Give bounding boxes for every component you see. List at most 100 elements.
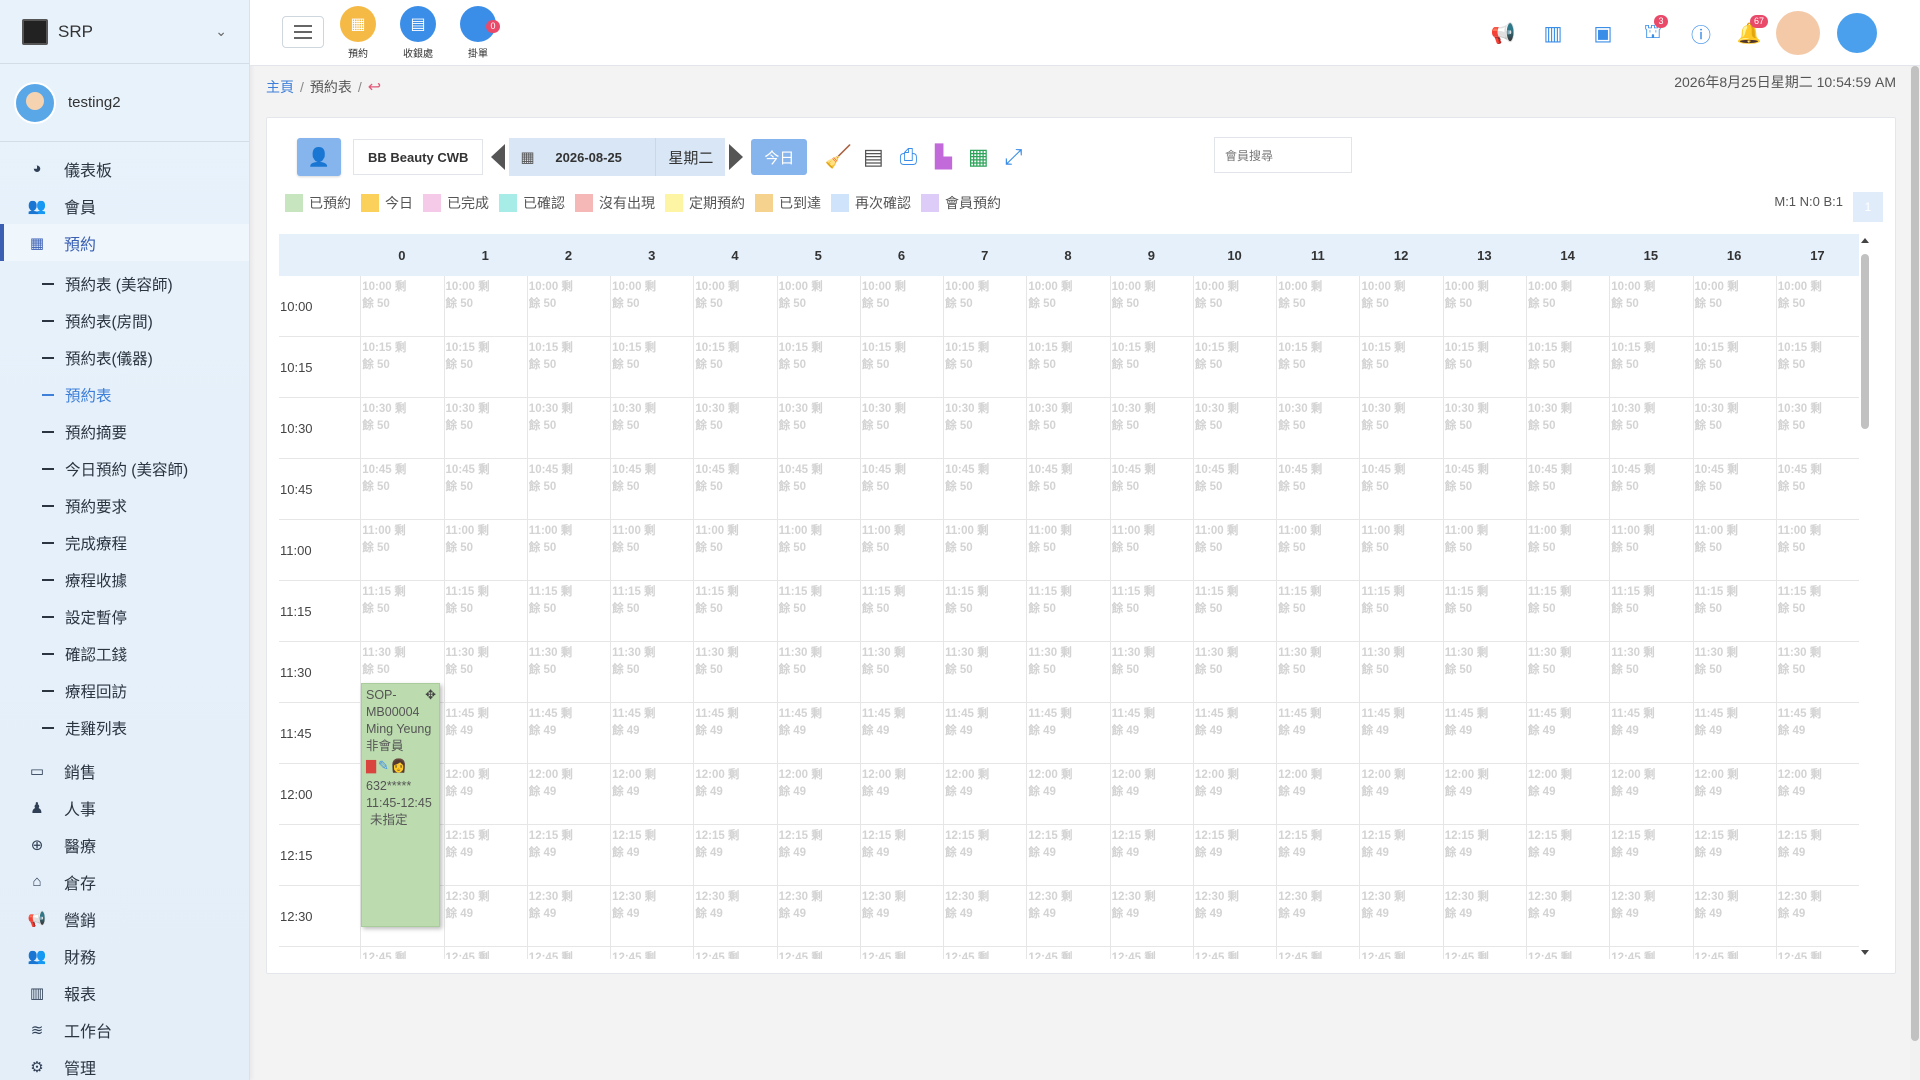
calendar-icon[interactable]: ▦ [509, 138, 546, 176]
time-slot-cell[interactable]: 11:15 剩餘 50 [859, 581, 943, 641]
sidebar-item-reports[interactable]: ▥ 報表 [0, 974, 249, 1011]
time-slot-cell[interactable]: 11:45 剩餘 49 [943, 703, 1026, 763]
time-slot-cell[interactable]: 11:30 剩餘 50 [1442, 642, 1526, 702]
bar-chart-icon[interactable]: ▥ [1538, 18, 1568, 48]
qr-code-icon[interactable]: ▣ [1588, 18, 1618, 48]
time-slot-cell[interactable]: 11:00 剩餘 50 [1692, 520, 1776, 580]
menu-toggle-button[interactable] [282, 16, 324, 48]
time-slot-cell[interactable]: 12:45 剩餘 49 [859, 947, 943, 959]
time-slot-cell[interactable]: 11:30 剩餘 50 [1692, 642, 1776, 702]
sidebar-item-booking[interactable]: ▦ 預約 [0, 224, 249, 261]
time-slot-cell[interactable]: 11:00 剩餘 50 [526, 520, 610, 580]
time-slot-cell[interactable]: 12:00 剩餘 49 [1442, 764, 1526, 824]
time-slot-cell[interactable]: 12:30 剩餘 49 [1692, 886, 1776, 946]
time-slot-cell[interactable]: 12:15 剩餘 49 [1442, 825, 1526, 885]
time-slot-cell[interactable]: 12:15 剩餘 49 [943, 825, 1026, 885]
time-slot-cell[interactable]: 10:30 剩餘 50 [526, 398, 610, 458]
time-slot-cell[interactable]: 10:30 剩餘 50 [1192, 398, 1276, 458]
time-slot-cell[interactable]: 10:00 剩餘 50 [1775, 276, 1859, 336]
time-slot-cell[interactable]: 12:15 剩餘 49 [859, 825, 943, 885]
quick-hold-button[interactable]: 0 掛單 [448, 6, 508, 60]
time-slot-cell[interactable]: 10:00 剩餘 50 [859, 276, 943, 336]
time-slot-cell[interactable]: 10:30 剩餘 50 [776, 398, 860, 458]
time-slot-cell[interactable]: 12:15 剩餘 49 [526, 825, 610, 885]
time-slot-cell[interactable]: 11:15 剩餘 50 [443, 581, 527, 641]
time-slot-cell[interactable]: 11:15 剩餘 50 [610, 581, 693, 641]
time-slot-cell[interactable]: 11:00 剩餘 50 [943, 520, 1026, 580]
time-slot-cell[interactable]: 12:30 剩餘 49 [776, 886, 860, 946]
time-slot-cell[interactable]: 11:30 剩餘 50 [443, 642, 527, 702]
time-slot-cell[interactable]: 10:45 剩餘 50 [1692, 459, 1776, 519]
user-profile[interactable]: testing2 [0, 64, 249, 142]
time-slot-cell[interactable]: 10:00 剩餘 50 [1109, 276, 1193, 336]
shop-selector[interactable]: BB Beauty CWB [353, 139, 484, 175]
megaphone-icon[interactable]: 📢 [1488, 18, 1518, 48]
time-slot-cell[interactable]: 11:45 剩餘 49 [859, 703, 943, 763]
time-slot-cell[interactable]: 10:45 剩餘 50 [1276, 459, 1359, 519]
sidebar-item-workbench[interactable]: ≋ 工作台 [0, 1011, 249, 1048]
time-slot-cell[interactable]: 10:15 剩餘 50 [1026, 337, 1109, 397]
time-slot-cell[interactable]: 12:45 剩餘 49 [1775, 947, 1859, 959]
date-input[interactable]: 2026-08-25 [545, 138, 656, 176]
time-slot-cell[interactable]: 11:15 剩餘 50 [360, 581, 443, 641]
time-slot-cell[interactable]: 12:00 剩餘 49 [1276, 764, 1359, 824]
time-slot-cell[interactable]: 11:30 剩餘 50 [776, 642, 860, 702]
time-slot-cell[interactable]: 11:00 剩餘 50 [1442, 520, 1526, 580]
time-slot-cell[interactable]: 11:15 剩餘 50 [1359, 581, 1442, 641]
time-slot-cell[interactable]: 10:30 剩餘 50 [1609, 398, 1692, 458]
fullscreen-icon[interactable]: ⤢ [998, 142, 1028, 172]
time-slot-cell[interactable]: 12:15 剩餘 49 [1692, 825, 1776, 885]
time-slot-cell[interactable]: 10:30 剩餘 50 [1359, 398, 1442, 458]
time-slot-cell[interactable]: 10:15 剩餘 50 [1442, 337, 1526, 397]
time-slot-cell[interactable]: 12:45 剩餘 49 [1192, 947, 1276, 959]
time-slot-cell[interactable]: 10:00 剩餘 50 [526, 276, 610, 336]
time-slot-cell[interactable]: 12:15 剩餘 49 [1026, 825, 1109, 885]
time-slot-cell[interactable]: 10:15 剩餘 50 [1525, 337, 1609, 397]
time-slot-cell[interactable]: 10:15 剩餘 50 [1109, 337, 1193, 397]
page-button[interactable]: 1 [1853, 192, 1883, 222]
time-slot-cell[interactable]: 10:30 剩餘 50 [1692, 398, 1776, 458]
submenu-item[interactable]: 走雞列表 [0, 709, 249, 746]
time-slot-cell[interactable]: 10:15 剩餘 50 [693, 337, 776, 397]
time-slot-cell[interactable]: 10:15 剩餘 50 [1775, 337, 1859, 397]
time-slot-cell[interactable]: 11:15 剩餘 50 [1442, 581, 1526, 641]
time-slot-cell[interactable]: 12:00 剩餘 49 [1109, 764, 1193, 824]
time-slot-cell[interactable]: 12:15 剩餘 49 [1775, 825, 1859, 885]
sidebar-item-dashboard[interactable]: ◕ 儀表板 [0, 150, 249, 187]
time-slot-cell[interactable]: 11:45 剩餘 49 [1359, 703, 1442, 763]
time-slot-cell[interactable]: 11:15 剩餘 50 [526, 581, 610, 641]
time-slot-cell[interactable]: 12:30 剩餘 49 [1609, 886, 1692, 946]
time-slot-cell[interactable]: 11:15 剩餘 50 [1609, 581, 1692, 641]
time-slot-cell[interactable]: 12:45 剩餘 49 [943, 947, 1026, 959]
time-slot-cell[interactable]: 11:45 剩餘 49 [1609, 703, 1692, 763]
time-slot-cell[interactable]: 12:30 剩餘 49 [1525, 886, 1609, 946]
submenu-item[interactable]: 今日預約 (美容師) [0, 450, 249, 487]
time-slot-cell[interactable]: 12:45 剩餘 49 [1276, 947, 1359, 959]
quick-booking-button[interactable]: ▦ 預約 [328, 6, 388, 60]
info-icon[interactable]: ⓘ [1686, 18, 1716, 48]
time-slot-cell[interactable]: 11:00 剩餘 50 [360, 520, 443, 580]
time-slot-cell[interactable]: 12:45 剩餘 49 [693, 947, 776, 959]
time-slot-cell[interactable]: 11:15 剩餘 50 [776, 581, 860, 641]
add-member-button[interactable]: 👤 [297, 138, 341, 176]
time-slot-cell[interactable]: 11:45 剩餘 49 [1192, 703, 1276, 763]
time-slot-cell[interactable]: 12:15 剩餘 49 [776, 825, 860, 885]
time-slot-cell[interactable]: 12:30 剩餘 49 [943, 886, 1026, 946]
time-slot-cell[interactable]: 10:00 剩餘 50 [1442, 276, 1526, 336]
time-slot-cell[interactable]: 10:45 剩餘 50 [1609, 459, 1692, 519]
time-slot-cell[interactable]: 10:15 剩餘 50 [1609, 337, 1692, 397]
time-slot-cell[interactable]: 10:00 剩餘 50 [943, 276, 1026, 336]
time-slot-cell[interactable]: 12:30 剩餘 49 [1276, 886, 1359, 946]
time-slot-cell[interactable]: 12:45 剩餘 49 [360, 947, 443, 959]
time-slot-cell[interactable]: 10:15 剩餘 50 [1692, 337, 1776, 397]
time-slot-cell[interactable]: 10:45 剩餘 50 [1775, 459, 1859, 519]
back-icon[interactable]: ↩ [368, 79, 381, 96]
time-slot-cell[interactable]: 11:15 剩餘 50 [1026, 581, 1109, 641]
time-slot-cell[interactable]: 11:30 剩餘 50 [610, 642, 693, 702]
time-slot-cell[interactable]: 11:45 剩餘 49 [443, 703, 527, 763]
sidebar-item-admin[interactable]: ⚙ 管理 [0, 1048, 249, 1080]
sidebar-item-hr[interactable]: ♟ 人事 [0, 789, 249, 826]
time-slot-cell[interactable]: 10:30 剩餘 50 [1026, 398, 1109, 458]
submenu-item[interactable]: 預約表 (美容師) [0, 265, 249, 302]
time-slot-cell[interactable]: 11:00 剩餘 50 [443, 520, 527, 580]
